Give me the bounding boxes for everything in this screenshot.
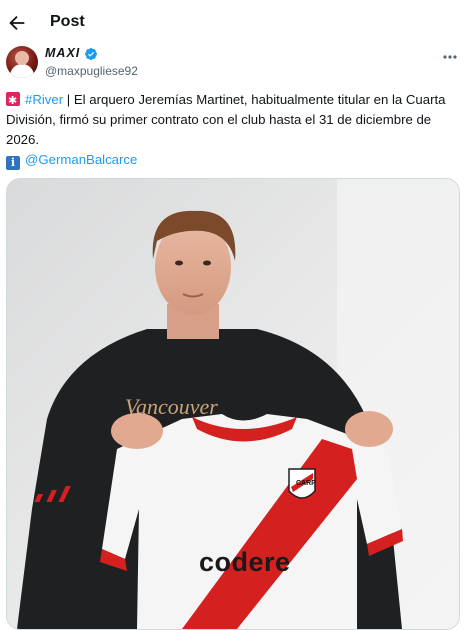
tweet-body: | El arquero Jeremías Martinet, habitual… (6, 92, 446, 147)
post-header: Post (0, 0, 464, 46)
information-emoji: i (6, 156, 20, 170)
more-horizontal-icon[interactable] (440, 52, 460, 62)
avatar[interactable] (6, 46, 38, 78)
jersey-sponsor-text: codere (199, 547, 291, 577)
verified-badge-icon (85, 48, 97, 60)
author-display-name[interactable]: MAXI (45, 46, 80, 60)
tweet-media-image[interactable]: Vancouver CARP codere (6, 178, 460, 630)
photo-player-with-jersey: Vancouver CARP codere (7, 179, 459, 629)
hashtag-link[interactable]: #River (25, 92, 63, 107)
svg-text:CARP: CARP (296, 480, 316, 487)
club-crest: CARP (288, 468, 316, 499)
mention-link[interactable]: @GermanBalcarce (25, 152, 137, 167)
page-title: Post (50, 13, 85, 30)
rotating-light-emoji (6, 91, 20, 111)
author-handle[interactable]: @maxpugliese92 (45, 64, 138, 78)
tweet-text: #River | El arquero Jeremías Martinet, h… (6, 90, 456, 170)
arrow-left-icon[interactable] (6, 12, 28, 34)
